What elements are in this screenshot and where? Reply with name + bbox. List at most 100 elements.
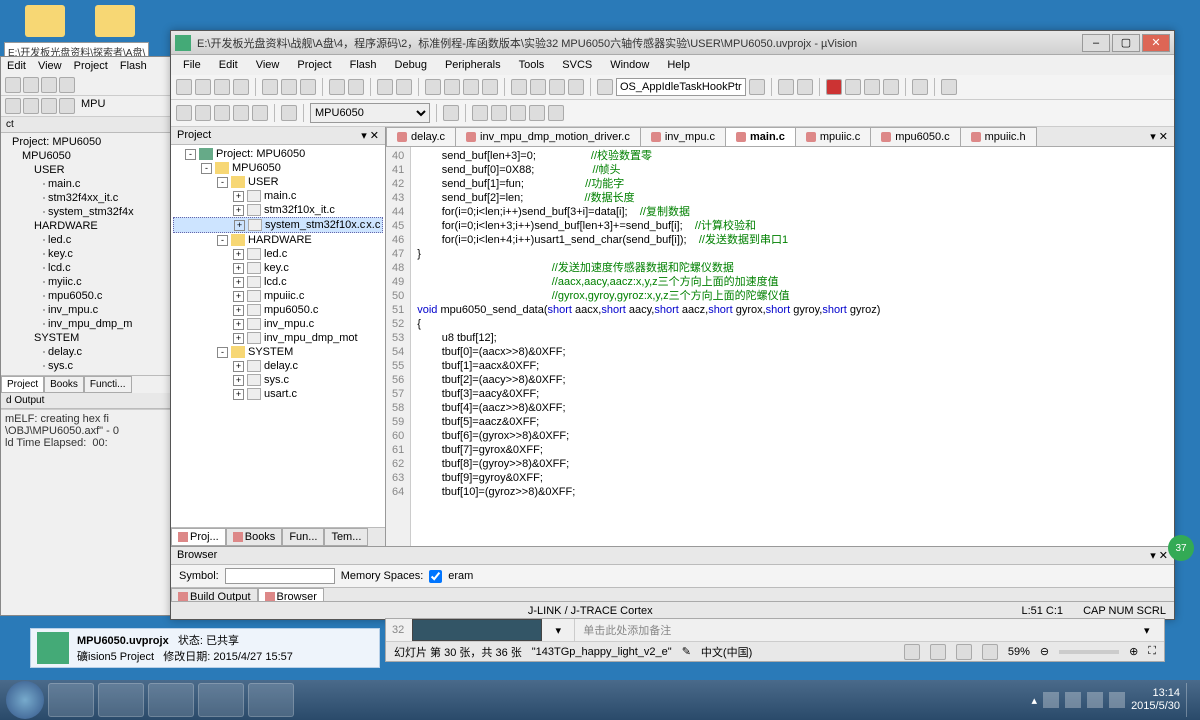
tray-expand-icon[interactable]: ▴ bbox=[1032, 694, 1038, 707]
project-tree[interactable]: -Project: MPU6050 -MPU6050 -USER +main.c… bbox=[171, 145, 385, 527]
group-user[interactable]: USER bbox=[248, 176, 279, 188]
trace-icon[interactable] bbox=[883, 79, 899, 95]
bg-file[interactable]: inv_mpu_dmp_m bbox=[48, 318, 132, 330]
configure-icon[interactable] bbox=[941, 79, 957, 95]
notes-scroll[interactable]: ▾ bbox=[1144, 624, 1158, 637]
bg-file[interactable]: key.c bbox=[48, 248, 73, 260]
view-slideshow-icon[interactable] bbox=[982, 644, 998, 660]
bg-menu-item[interactable]: Edit bbox=[7, 60, 26, 72]
search-go-icon[interactable] bbox=[749, 79, 765, 95]
bg-menu-item[interactable]: View bbox=[38, 60, 62, 72]
breakpoint-icon[interactable] bbox=[797, 79, 813, 95]
expand-icon[interactable]: + bbox=[233, 319, 244, 330]
slide-scroll[interactable]: ▾ bbox=[550, 624, 566, 637]
bg-tab-books[interactable]: Books bbox=[44, 376, 84, 393]
group-hardware[interactable]: HARDWARE bbox=[248, 234, 312, 246]
window-layout-icon[interactable] bbox=[912, 79, 928, 95]
rebuild-icon[interactable] bbox=[214, 105, 230, 121]
file-node[interactable]: lcd.c bbox=[264, 276, 287, 288]
menu-debug[interactable]: Debug bbox=[387, 57, 435, 73]
maximize-button[interactable]: ▢ bbox=[1112, 34, 1140, 52]
bg-target-node[interactable]: MPU6050 bbox=[22, 150, 71, 162]
tray-icon[interactable] bbox=[1043, 692, 1059, 708]
file-node[interactable]: sys.c bbox=[264, 374, 289, 386]
paste-icon[interactable] bbox=[300, 79, 316, 95]
menu-edit[interactable]: Edit bbox=[211, 57, 246, 73]
bookmark-prev-icon[interactable] bbox=[444, 79, 460, 95]
show-desktop[interactable] bbox=[1186, 683, 1194, 717]
task-uvision[interactable] bbox=[198, 683, 244, 717]
download-icon[interactable] bbox=[281, 105, 297, 121]
nav-back-icon[interactable] bbox=[377, 79, 393, 95]
tab-project[interactable]: Proj... bbox=[171, 528, 226, 546]
tab-mpuiic-c[interactable]: mpuiic.c bbox=[795, 127, 871, 146]
expand-icon[interactable]: - bbox=[217, 235, 228, 246]
menu-view[interactable]: View bbox=[248, 57, 288, 73]
batch-build-icon[interactable] bbox=[233, 105, 249, 121]
group-system[interactable]: SYSTEM bbox=[248, 346, 293, 358]
menu-window[interactable]: Window bbox=[602, 57, 657, 73]
build-icon[interactable] bbox=[195, 105, 211, 121]
zoom-slider[interactable] bbox=[1059, 650, 1119, 654]
books-icon[interactable] bbox=[529, 105, 545, 121]
bg-group[interactable]: USER bbox=[34, 164, 65, 176]
floating-badge[interactable]: 37 bbox=[1168, 535, 1194, 561]
start-button[interactable] bbox=[6, 681, 44, 719]
rte-icon[interactable] bbox=[510, 105, 526, 121]
expand-icon[interactable]: - bbox=[201, 163, 212, 174]
tab-inv-mpu-dmp[interactable]: inv_mpu_dmp_motion_driver.c bbox=[455, 127, 641, 146]
save-all-icon[interactable] bbox=[233, 79, 249, 95]
view-normal-icon[interactable] bbox=[904, 644, 920, 660]
expand-icon[interactable]: - bbox=[217, 177, 228, 188]
bg-group[interactable]: SYSTEM bbox=[34, 332, 79, 344]
menu-project[interactable]: Project bbox=[289, 57, 339, 73]
bg-file[interactable]: myiic.c bbox=[48, 276, 82, 288]
expand-icon[interactable]: - bbox=[217, 347, 228, 358]
file-node[interactable]: key.c bbox=[264, 262, 289, 274]
indent-icon[interactable] bbox=[511, 79, 527, 95]
expand-icon[interactable]: + bbox=[233, 205, 244, 216]
find-icon[interactable] bbox=[597, 79, 613, 95]
env-icon[interactable] bbox=[548, 105, 564, 121]
memspace-checkbox[interactable] bbox=[429, 570, 442, 583]
expand-icon[interactable]: - bbox=[185, 149, 196, 160]
task-pdf[interactable] bbox=[98, 683, 144, 717]
tab-templates[interactable]: Tem... bbox=[324, 528, 368, 546]
view-sorter-icon[interactable] bbox=[930, 644, 946, 660]
minimize-button[interactable]: – bbox=[1082, 34, 1110, 52]
bg-tab-project[interactable]: Project bbox=[1, 376, 44, 393]
file-node[interactable]: main.c bbox=[264, 190, 296, 202]
panel-close-icon[interactable]: ▾ ✕ bbox=[1150, 549, 1168, 562]
expand-icon[interactable]: + bbox=[233, 389, 244, 400]
stop-build-icon[interactable] bbox=[252, 105, 268, 121]
bg-tab-functions[interactable]: Functi... bbox=[84, 376, 132, 393]
file-node[interactable]: led.c bbox=[264, 248, 287, 260]
language[interactable]: 中文(中国) bbox=[701, 644, 752, 660]
fit-icon[interactable]: ⛶ bbox=[1148, 645, 1156, 658]
titlebar[interactable]: E:\开发板光盘资料\战舰\A盘\4，程序源码\2，标准例程-库函数版本\实验3… bbox=[171, 31, 1174, 55]
new-file-icon[interactable] bbox=[176, 79, 192, 95]
file-node[interactable]: delay.c bbox=[264, 360, 298, 372]
menu-flash[interactable]: Flash bbox=[342, 57, 385, 73]
tray-icon[interactable] bbox=[1065, 692, 1081, 708]
tray-volume-icon[interactable] bbox=[1109, 692, 1125, 708]
project-root[interactable]: Project: MPU6050 bbox=[216, 148, 305, 160]
bg-file[interactable]: lcd.c bbox=[48, 262, 71, 274]
manage-icon[interactable] bbox=[472, 105, 488, 121]
code-content[interactable]: send_buf[len+3]=0; //校验数置零 send_buf[0]=0… bbox=[411, 147, 1174, 546]
bg-file[interactable]: inv_mpu.c bbox=[48, 304, 98, 316]
bg-file[interactable]: mpu6050.c bbox=[48, 290, 102, 302]
file-node-selected[interactable]: system_stm32f10x.c bbox=[265, 219, 365, 231]
toolbar-icon[interactable] bbox=[41, 98, 57, 114]
toolbar-icon[interactable] bbox=[23, 77, 39, 93]
file-node[interactable]: inv_mpu_dmp_mot bbox=[264, 332, 358, 344]
slide-thumbnail[interactable] bbox=[412, 619, 542, 641]
expand-icon[interactable]: + bbox=[233, 305, 244, 316]
zoom-out-icon[interactable]: ⊖ bbox=[1040, 645, 1049, 658]
expand-icon[interactable]: + bbox=[233, 191, 244, 202]
tab-menu-icon[interactable]: ▾ bbox=[1150, 131, 1156, 143]
expand-icon[interactable]: + bbox=[233, 291, 244, 302]
search-input[interactable] bbox=[616, 78, 746, 96]
desktop-folder[interactable] bbox=[20, 5, 70, 37]
file-node[interactable]: usart.c bbox=[264, 388, 297, 400]
